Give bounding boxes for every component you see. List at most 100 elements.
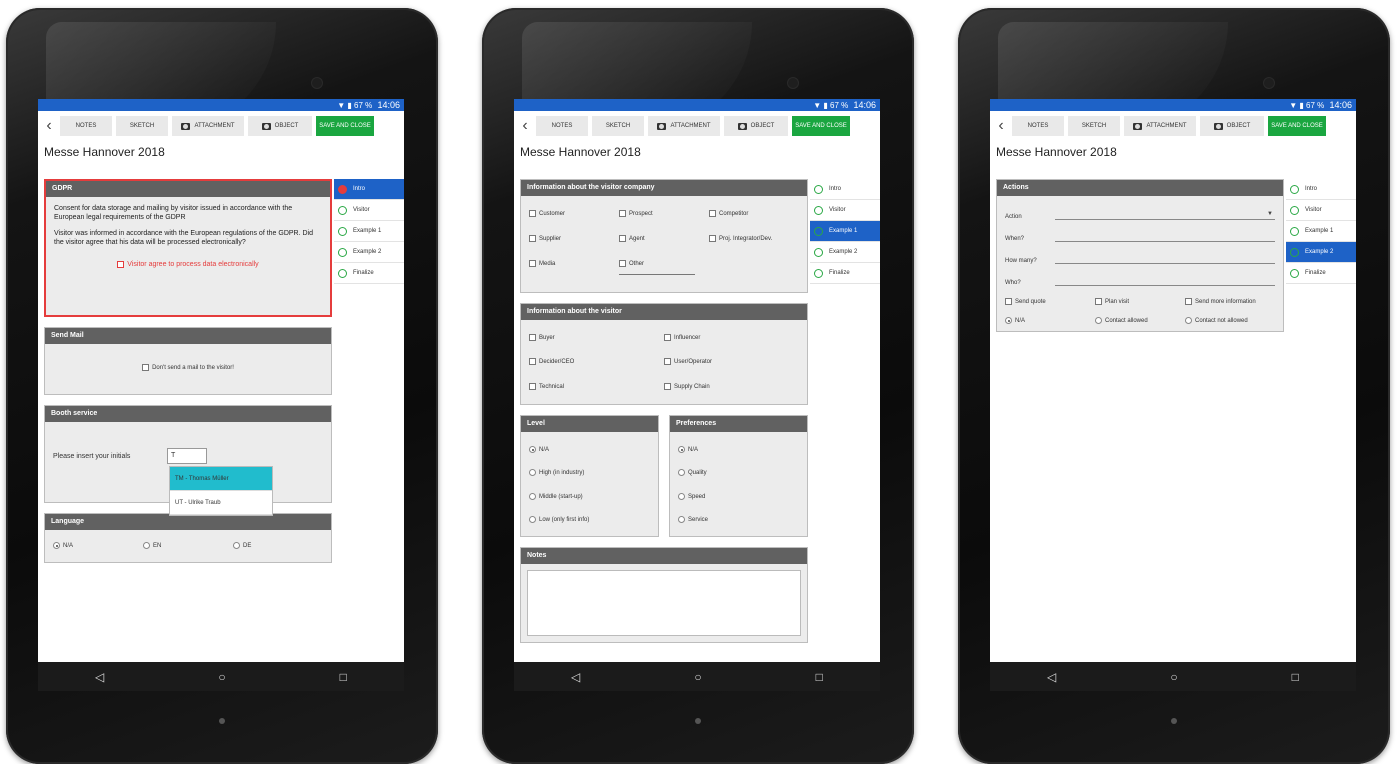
preference-option[interactable]: Quality — [678, 469, 799, 482]
company-option[interactable]: Proj. Integrator/Dev. — [709, 235, 799, 250]
level-option[interactable]: Low (only first info) — [529, 515, 650, 529]
action-checkbox-option[interactable]: Send quote — [1005, 298, 1095, 305]
language-option[interactable]: N/A — [53, 542, 143, 555]
recents-square-icon[interactable]: □ — [1292, 670, 1299, 684]
preference-option[interactable]: Speed — [678, 492, 799, 506]
visitor-option[interactable]: Buyer — [529, 334, 664, 348]
how-many-input[interactable] — [1055, 254, 1275, 264]
checkbox[interactable] — [529, 382, 536, 390]
other-text-field[interactable] — [619, 267, 695, 276]
back-triangle-icon[interactable]: ◁ — [95, 670, 104, 684]
contact-radio-option[interactable]: N/A — [1005, 317, 1095, 324]
checkbox[interactable] — [529, 235, 536, 242]
nav-item-example-1[interactable]: Example 1 — [1286, 221, 1356, 242]
language-option[interactable]: DE — [233, 542, 323, 555]
preference-option[interactable]: N/A — [678, 446, 799, 459]
dropdown-option[interactable]: TM - Thomas Müller — [170, 467, 272, 491]
action-select[interactable]: ▼ — [1055, 210, 1275, 220]
nav-item-finalize[interactable]: Finalize — [810, 263, 880, 284]
consent-row[interactable]: Visitor agree to process data electronic… — [54, 261, 322, 268]
radio[interactable] — [529, 469, 536, 477]
nav-item-example-2[interactable]: Example 2 — [334, 242, 404, 263]
back-triangle-icon[interactable]: ◁ — [571, 670, 580, 684]
notes-textarea[interactable] — [527, 570, 801, 636]
radio[interactable] — [678, 515, 685, 523]
home-circle-icon[interactable]: ○ — [694, 670, 701, 684]
radio[interactable] — [678, 469, 685, 477]
notes-button[interactable]: NOTES — [60, 116, 112, 136]
checkbox[interactable] — [619, 260, 626, 267]
visitor-option[interactable]: Influencer — [664, 334, 799, 348]
radio[interactable] — [529, 446, 536, 453]
checkbox[interactable] — [529, 358, 536, 366]
visitor-option[interactable]: Supply Chain — [664, 382, 799, 397]
radio[interactable] — [529, 492, 536, 500]
contact-radio-option[interactable]: Contact allowed — [1095, 317, 1185, 324]
action-checkbox-option[interactable]: Plan visit — [1095, 298, 1185, 305]
radio[interactable] — [1005, 317, 1012, 325]
company-option[interactable]: Agent — [619, 235, 709, 250]
nav-item-intro[interactable]: Intro — [810, 179, 880, 200]
checkbox[interactable] — [1005, 298, 1012, 305]
checkbox[interactable] — [664, 358, 671, 366]
action-checkbox-option[interactable]: Send more information — [1185, 298, 1275, 305]
radio[interactable] — [1185, 317, 1192, 325]
nav-item-finalize[interactable]: Finalize — [334, 263, 404, 284]
sketch-button[interactable]: SKETCH — [592, 116, 644, 136]
back-button[interactable]: ‹ — [994, 117, 1008, 135]
checkbox[interactable] — [664, 382, 671, 390]
notes-button[interactable]: NOTES — [1012, 116, 1064, 136]
attachment-button[interactable]: ATTACHMENT — [648, 116, 720, 136]
nav-item-intro[interactable]: Intro — [1286, 179, 1356, 200]
company-option[interactable]: Media — [529, 260, 619, 285]
dropdown-option[interactable]: UT - Ulrike Traub — [170, 491, 272, 515]
level-option[interactable]: High (in industry) — [529, 469, 650, 482]
object-button[interactable]: OBJECT — [248, 116, 312, 136]
object-button[interactable]: OBJECT — [724, 116, 788, 136]
checkbox[interactable] — [709, 210, 716, 217]
nav-item-visitor[interactable]: Visitor — [810, 200, 880, 221]
checkbox[interactable] — [529, 260, 536, 267]
action-field[interactable]: Action ▼ — [1005, 198, 1275, 220]
nav-item-example-2[interactable]: Example 2 — [1286, 242, 1356, 263]
attachment-button[interactable]: ATTACHMENT — [1124, 116, 1196, 136]
radio[interactable] — [143, 542, 150, 549]
radio[interactable] — [53, 542, 60, 549]
company-option[interactable]: Supplier — [529, 235, 619, 250]
recents-square-icon[interactable]: □ — [340, 670, 347, 684]
checkbox[interactable] — [664, 334, 671, 341]
when-field[interactable]: When? — [1005, 220, 1275, 242]
radio[interactable] — [678, 446, 685, 453]
checkbox[interactable] — [1185, 298, 1192, 305]
sketch-button[interactable]: SKETCH — [116, 116, 168, 136]
recents-square-icon[interactable]: □ — [816, 670, 823, 684]
when-input[interactable] — [1055, 232, 1275, 242]
visitor-option[interactable]: Technical — [529, 382, 664, 397]
back-triangle-icon[interactable]: ◁ — [1047, 670, 1056, 684]
no-mail-checkbox[interactable] — [142, 364, 150, 371]
home-circle-icon[interactable]: ○ — [218, 670, 225, 684]
sketch-button[interactable]: SKETCH — [1068, 116, 1120, 136]
attachment-button[interactable]: ATTACHMENT — [172, 116, 244, 136]
checkbox[interactable] — [619, 210, 626, 217]
contact-radio-option[interactable]: Contact not allowed — [1185, 317, 1275, 324]
radio[interactable] — [529, 515, 536, 523]
nav-item-visitor[interactable]: Visitor — [1286, 200, 1356, 221]
company-option[interactable]: Other — [619, 260, 709, 285]
checkbox[interactable] — [619, 235, 626, 242]
preference-option[interactable]: Service — [678, 515, 799, 529]
checkbox[interactable] — [529, 334, 536, 341]
save-and-close-button[interactable]: SAVE AND CLOSE — [316, 116, 374, 136]
checkbox[interactable] — [709, 235, 716, 242]
consent-checkbox[interactable] — [117, 261, 125, 268]
nav-item-intro[interactable]: Intro — [334, 179, 404, 200]
company-option[interactable]: Customer — [529, 210, 619, 225]
language-option[interactable]: EN — [143, 542, 233, 555]
who-input[interactable] — [1055, 276, 1275, 286]
save-and-close-button[interactable]: SAVE AND CLOSE — [1268, 116, 1326, 136]
nav-item-example-2[interactable]: Example 2 — [810, 242, 880, 263]
who-field[interactable]: Who? — [1005, 264, 1275, 286]
company-option[interactable]: Competitor — [709, 210, 799, 225]
how-many-field[interactable]: How many? — [1005, 242, 1275, 264]
checkbox[interactable] — [1095, 298, 1102, 305]
